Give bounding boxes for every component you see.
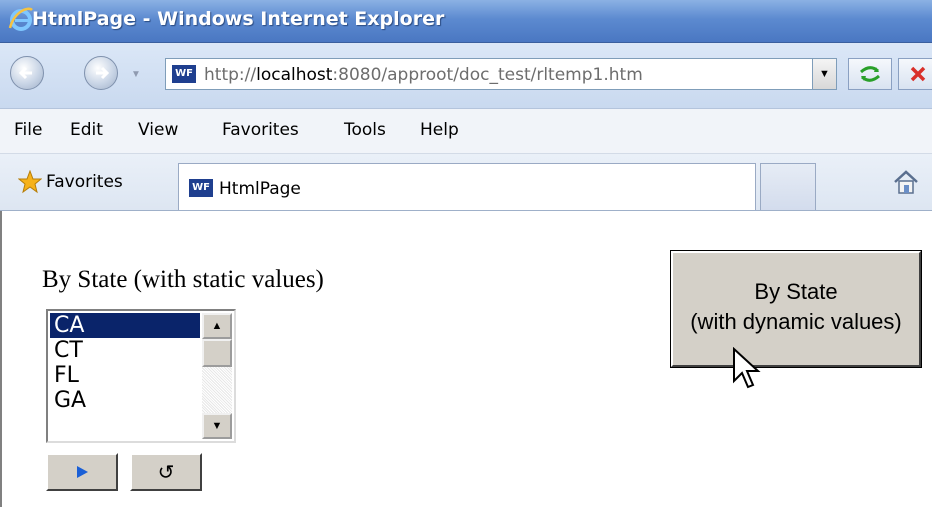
menu-edit[interactable]: Edit [70,120,103,140]
play-icon [77,466,88,478]
mouse-cursor-icon [733,347,761,389]
favorites-button[interactable]: Favorites [46,172,123,192]
scroll-down-button[interactable]: ▼ [202,413,232,439]
home-icon[interactable] [892,168,920,196]
recent-pages-dropdown-icon[interactable]: ▼ [131,70,143,80]
window-title-bar[interactable]: HtmlPage - Windows Internet Explorer [0,0,932,43]
refresh-button[interactable] [848,58,892,90]
by-state-dynamic-button[interactable]: By State (with dynamic values) [670,250,922,368]
refresh-icon [860,66,880,82]
forward-button[interactable] [84,56,118,90]
scroll-thumb[interactable] [202,339,232,367]
list-item[interactable]: FL [50,363,200,388]
address-bar[interactable]: WF http://localhost:8080/approot/doc_tes… [165,58,837,90]
menu-view[interactable]: View [138,120,178,140]
address-dropdown-button[interactable]: ▼ [812,59,836,89]
run-button[interactable] [46,453,118,491]
menu-file[interactable]: File [14,120,42,140]
listbox-scrollbar[interactable]: ▲ ▼ [202,313,232,439]
favorites-bar: Favorites WF HtmlPage [0,154,932,211]
list-item[interactable]: CA [50,313,200,338]
address-url[interactable]: http://localhost:8080/approot/doc_test/r… [204,65,643,85]
menu-tools[interactable]: Tools [344,120,386,140]
button-line-2: (with dynamic values) [690,309,902,334]
menu-bar: File Edit View Favorites Tools Help [0,109,932,154]
favorites-star-icon[interactable] [18,170,42,194]
navigation-bar: ▼ WF http://localhost:8080/approot/doc_t… [0,43,932,109]
page-heading: By State (with static values) [42,266,324,293]
list-item[interactable]: CT [50,338,200,363]
state-listbox[interactable]: CA CT FL GA ▲ ▼ [46,309,236,443]
stop-button[interactable] [898,58,932,90]
new-tab-button[interactable] [760,163,816,210]
window-title: HtmlPage - Windows Internet Explorer [32,8,445,30]
scroll-up-button[interactable]: ▲ [202,313,232,339]
internet-explorer-icon [8,7,33,31]
stop-icon [910,66,926,82]
reset-button[interactable]: ↺ [130,453,202,491]
list-item[interactable]: GA [50,388,200,413]
back-arrow-icon [18,66,32,80]
tab-label: HtmlPage [219,179,301,199]
tab-htmlpage[interactable]: WF HtmlPage [178,163,756,210]
menu-favorites[interactable]: Favorites [222,120,299,140]
forward-arrow-icon [96,66,110,80]
page-content: By State (with static values) CA CT FL G… [0,211,932,507]
button-line-1: By State [754,279,838,304]
site-favicon-icon: WF [172,65,196,83]
tab-favicon-icon: WF [189,179,213,197]
back-button[interactable] [10,56,44,90]
menu-help[interactable]: Help [420,120,459,140]
